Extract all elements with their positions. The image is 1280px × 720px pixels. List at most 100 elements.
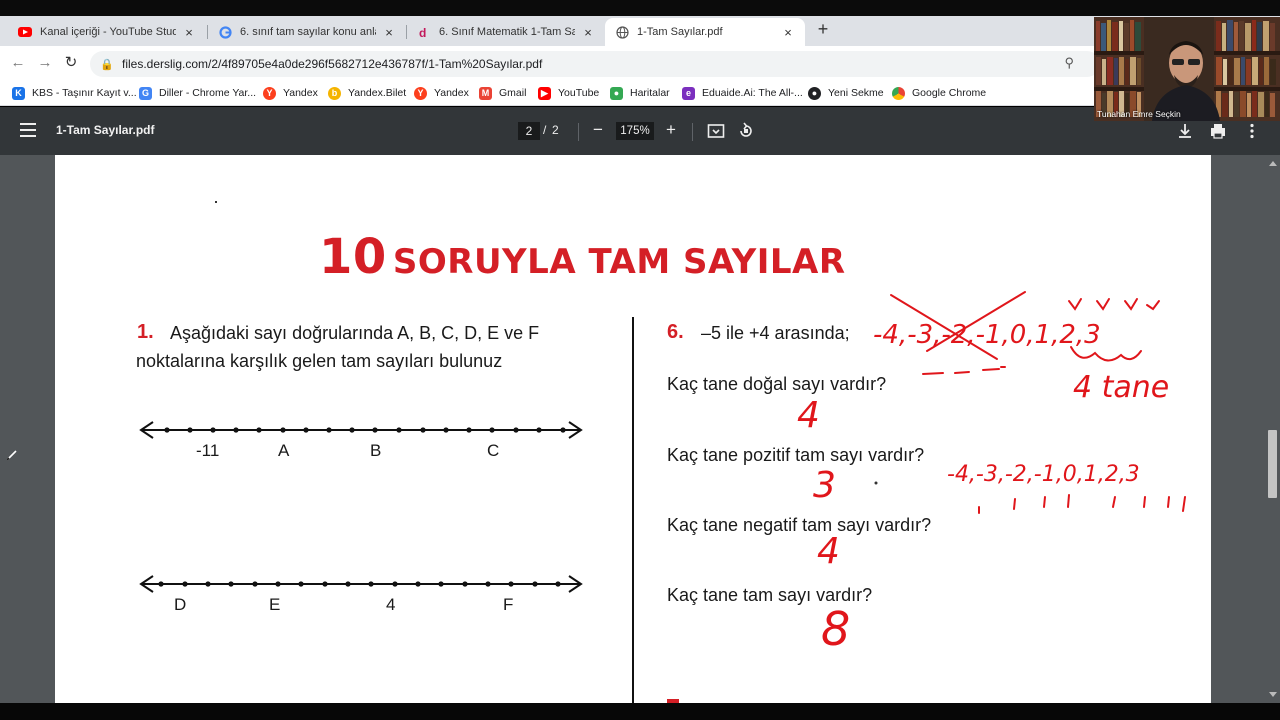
bookmark-label: Yandex — [283, 87, 318, 99]
google-icon: G — [139, 86, 152, 100]
underline-dash — [922, 372, 944, 375]
browser-tab-strip: Kanal içeriği - YouTube Studio × 6. sını… — [0, 16, 1280, 46]
bookmark-haritalar[interactable]: ● Haritalar — [610, 85, 670, 101]
tab-title: 6. sınıf tam sayılar konu anlatımı — [240, 26, 376, 38]
close-tab-icon[interactable]: × — [781, 25, 795, 40]
svg-text:d: d — [419, 26, 426, 39]
tab-title: Kanal içeriği - YouTube Studio — [40, 26, 176, 38]
handwritten-answer-positive: 3 — [813, 465, 836, 506]
reload-icon[interactable]: ↻ — [61, 53, 81, 73]
tick-stroke — [1167, 496, 1170, 508]
bookmark-label: Haritalar — [630, 87, 670, 99]
bookmark-label: Yandex — [434, 87, 469, 99]
check-mark — [1124, 298, 1138, 311]
bookmark-eduaide[interactable]: e Eduaide.Ai: The All-... — [682, 85, 803, 101]
stray-dot — [874, 481, 878, 485]
bookmark-youtube[interactable]: ▶ YouTube — [538, 85, 599, 101]
webcam-video — [1094, 17, 1280, 121]
handwritten-integer-list-2: -4,-3,-2,-1,0,1,2,3 — [947, 462, 1140, 487]
handwritten-count-4-tane: 4 tane — [1073, 370, 1169, 405]
check-mark — [1068, 298, 1082, 311]
hamburger-menu-icon[interactable] — [20, 123, 36, 137]
pen-cursor-icon — [6, 450, 17, 461]
back-arrow-icon[interactable]: ← — [8, 53, 28, 73]
new-tab-button[interactable]: + — [814, 19, 832, 40]
derslig-icon: d — [417, 25, 431, 39]
gmail-icon: M — [479, 86, 492, 100]
webcam-overlay: Tunahan Emre Seçkin — [1094, 17, 1280, 121]
bookmark-gmail[interactable]: M Gmail — [479, 85, 526, 101]
tab-derslig[interactable]: d 6. Sınıf Matematik 1-Tam Sayılar × — [407, 18, 605, 46]
tick-stroke — [1043, 496, 1046, 508]
underline-dash — [954, 371, 970, 374]
google-icon — [218, 25, 232, 39]
handwritten-integer-list: -4,-3,-2,-1,0,1,2,3 — [873, 320, 1101, 350]
bookmark-yandex[interactable]: Y Yandex — [263, 85, 318, 101]
zoom-magnifier-icon[interactable]: ⚲ — [1064, 55, 1074, 71]
pdf-toolbar: 1-Tam Sayılar.pdf 2 / 2 − 175% + — [0, 107, 1280, 155]
bookmarks-bar: K KBS - Taşınır Kayıt v... G Diller - Chro… — [0, 80, 1280, 106]
check-mark — [1146, 300, 1160, 311]
page-total: 2 — [552, 123, 559, 137]
scroll-down-arrow-icon[interactable] — [1269, 692, 1277, 697]
tick-stroke — [1112, 496, 1116, 508]
rotate-icon[interactable] — [736, 121, 756, 141]
bookmark-yandex-2[interactable]: Y Yandex — [414, 85, 469, 101]
address-bar-row: ← → ↻ 🔒 files.derslig.com/2/4f89705e4a0d… — [0, 46, 1280, 80]
bookmark-label: YouTube — [558, 87, 600, 99]
bookmark-google-chrome[interactable]: Google Chrome — [892, 85, 986, 101]
zoom-in-button[interactable]: + — [662, 120, 680, 140]
handwritten-answer-natural: 4 — [797, 395, 820, 436]
bookmark-label: Gmail — [499, 87, 527, 99]
url-bar[interactable]: 🔒 files.derslig.com/2/4f89705e4a0de296f5… — [90, 51, 1100, 77]
tab-pdf-active[interactable]: 1-Tam Sayılar.pdf × — [605, 18, 805, 46]
vertical-scrollbar[interactable] — [1265, 155, 1280, 703]
handwriting-layer: -4,-3,-2,-1,0,1,2,3 4 tane 4 3 4 8 -4,-3… — [797, 291, 1186, 656]
zoom-out-button[interactable]: − — [589, 120, 607, 140]
lock-icon: 🔒 — [100, 58, 114, 71]
screen-top-bar — [0, 0, 1280, 16]
youtube-icon: ▶ — [538, 86, 551, 100]
zoom-level-input[interactable]: 175% — [616, 122, 654, 140]
close-tab-icon[interactable]: × — [382, 25, 396, 40]
bookmark-kbs[interactable]: K KBS - Taşınır Kayıt v... — [12, 85, 137, 101]
toolbar-divider — [578, 123, 579, 141]
bookmark-label: KBS - Taşınır Kayıt v... — [32, 87, 137, 99]
bookmark-yandex-bilet[interactable]: b Yandex.Bilet — [328, 85, 406, 101]
pdf-filename: 1-Tam Sayılar.pdf — [56, 123, 155, 137]
kbs-icon: K — [12, 86, 25, 100]
tab-google-search[interactable]: 6. sınıf tam sayılar konu anlatımı × — [208, 18, 406, 46]
bookmark-label: Diller - Chrome Yar... — [159, 87, 257, 99]
bookmark-label: Yandex.Bilet — [348, 87, 407, 99]
fit-page-icon[interactable] — [706, 121, 726, 141]
forward-arrow-icon[interactable]: → — [35, 53, 55, 73]
webcam-participant-name: Tunahan Emre Seçkin — [1097, 109, 1181, 119]
eduaide-icon: e — [682, 86, 695, 100]
page-number-input[interactable]: 2 — [518, 122, 540, 140]
tab-title: 6. Sınıf Matematik 1-Tam Sayılar — [439, 26, 575, 38]
bookmark-yeni-sekme[interactable]: ● Yeni Sekme — [808, 85, 884, 101]
maps-icon: ● — [610, 86, 623, 100]
url-text: files.derslig.com/2/4f89705e4a0de296f568… — [122, 57, 543, 71]
tick-stroke — [1013, 498, 1016, 510]
scrollbar-thumb[interactable] — [1268, 430, 1277, 498]
yandex-bilet-icon: b — [328, 86, 341, 100]
pdf-page: 10 soruyla tam sayılar 1. Aşağıdaki sayı… — [55, 155, 1211, 705]
toolbar-divider — [692, 123, 693, 141]
bookmark-diller[interactable]: G Diller - Chrome Yar... — [139, 85, 256, 101]
tab-youtube-studio[interactable]: Kanal içeriği - YouTube Studio × — [8, 18, 206, 46]
more-options-icon[interactable] — [1242, 121, 1262, 141]
print-icon[interactable] — [1208, 121, 1228, 141]
close-tab-icon[interactable]: × — [581, 25, 595, 40]
yandex-icon: Y — [414, 86, 427, 100]
scroll-up-arrow-icon[interactable] — [1269, 161, 1277, 166]
youtube-icon — [18, 25, 32, 39]
close-tab-icon[interactable]: × — [182, 25, 196, 40]
download-icon[interactable] — [1175, 121, 1195, 141]
chrome-newtab-icon: ● — [808, 86, 821, 100]
yandex-icon: Y — [263, 86, 276, 100]
handwritten-answer-total: 8 — [821, 602, 850, 656]
tick-stroke — [1182, 496, 1186, 512]
tab-title: 1-Tam Sayılar.pdf — [637, 26, 723, 38]
bookmark-label: Eduaide.Ai: The All-... — [702, 87, 803, 99]
